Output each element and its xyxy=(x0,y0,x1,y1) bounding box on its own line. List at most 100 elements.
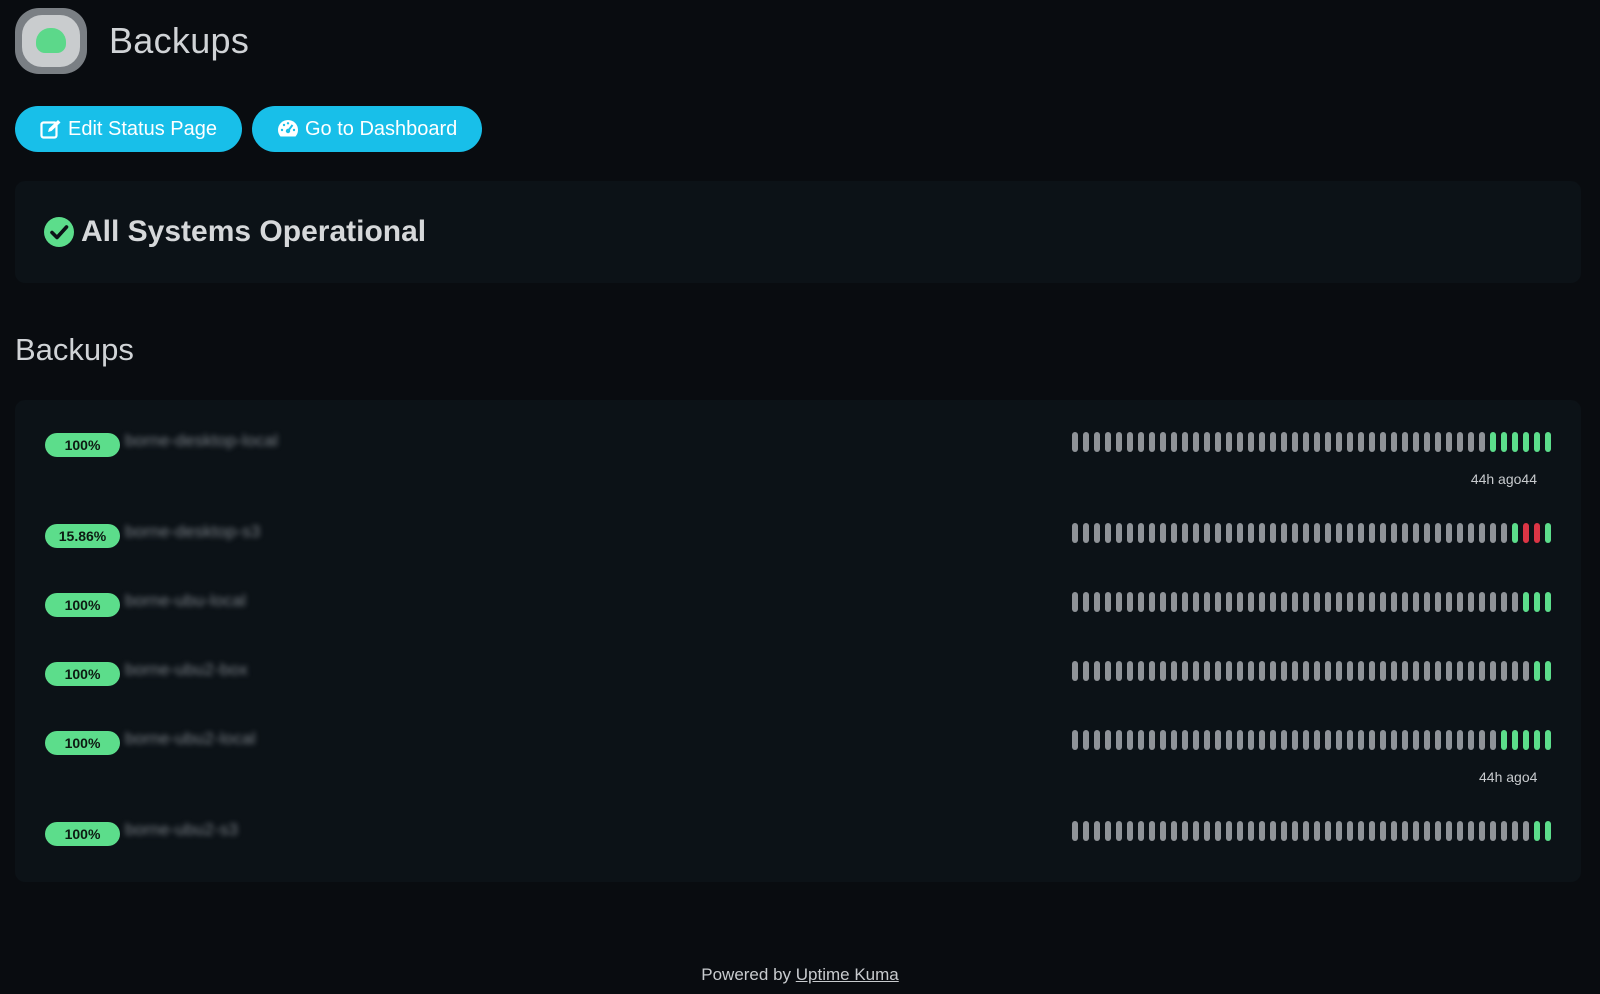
heartbeat-up[interactable] xyxy=(1534,592,1540,612)
heartbeat-empty[interactable] xyxy=(1083,592,1089,612)
heartbeat-empty[interactable] xyxy=(1490,592,1496,612)
heartbeat-empty[interactable] xyxy=(1369,523,1375,543)
heartbeat-empty[interactable] xyxy=(1468,523,1474,543)
heartbeat-empty[interactable] xyxy=(1160,592,1166,612)
heartbeat-empty[interactable] xyxy=(1424,523,1430,543)
heartbeat-empty[interactable] xyxy=(1116,432,1122,452)
heartbeat-empty[interactable] xyxy=(1083,523,1089,543)
monitor-name[interactable]: borne-ubu2-s3 xyxy=(125,820,238,840)
heartbeat-empty[interactable] xyxy=(1270,432,1276,452)
heartbeat-up[interactable] xyxy=(1534,821,1540,841)
heartbeat-empty[interactable] xyxy=(1325,730,1331,750)
heartbeat-empty[interactable] xyxy=(1391,730,1397,750)
heartbeat-empty[interactable] xyxy=(1402,730,1408,750)
heartbeat-empty[interactable] xyxy=(1094,432,1100,452)
heartbeat-empty[interactable] xyxy=(1457,432,1463,452)
heartbeat-empty[interactable] xyxy=(1380,821,1386,841)
heartbeat-empty[interactable] xyxy=(1281,592,1287,612)
heartbeat-empty[interactable] xyxy=(1292,592,1298,612)
heartbeat-empty[interactable] xyxy=(1501,592,1507,612)
heartbeat-empty[interactable] xyxy=(1226,661,1232,681)
heartbeat-empty[interactable] xyxy=(1105,730,1111,750)
heartbeat-empty[interactable] xyxy=(1424,661,1430,681)
heartbeat-empty[interactable] xyxy=(1127,523,1133,543)
heartbeat-empty[interactable] xyxy=(1072,730,1078,750)
heartbeat-up[interactable] xyxy=(1534,730,1540,750)
heartbeat-empty[interactable] xyxy=(1160,661,1166,681)
edit-status-page-button[interactable]: Edit Status Page xyxy=(15,106,242,152)
heartbeat-empty[interactable] xyxy=(1468,592,1474,612)
heartbeat-empty[interactable] xyxy=(1490,730,1496,750)
heartbeat-empty[interactable] xyxy=(1138,523,1144,543)
heartbeat-empty[interactable] xyxy=(1303,523,1309,543)
heartbeat-empty[interactable] xyxy=(1380,432,1386,452)
heartbeat-empty[interactable] xyxy=(1479,523,1485,543)
heartbeat-empty[interactable] xyxy=(1336,523,1342,543)
heartbeat-empty[interactable] xyxy=(1358,821,1364,841)
heartbeat-empty[interactable] xyxy=(1171,432,1177,452)
heartbeat-empty[interactable] xyxy=(1138,592,1144,612)
monitor-name[interactable]: borne-desktop-s3 xyxy=(125,522,261,542)
heartbeat-empty[interactable] xyxy=(1391,523,1397,543)
heartbeat-empty[interactable] xyxy=(1292,432,1298,452)
heartbeat-empty[interactable] xyxy=(1193,661,1199,681)
heartbeat-empty[interactable] xyxy=(1303,821,1309,841)
heartbeat-empty[interactable] xyxy=(1127,821,1133,841)
heartbeat-empty[interactable] xyxy=(1072,821,1078,841)
heartbeat-empty[interactable] xyxy=(1072,432,1078,452)
heartbeat-empty[interactable] xyxy=(1105,661,1111,681)
heartbeat-empty[interactable] xyxy=(1193,432,1199,452)
heartbeat-empty[interactable] xyxy=(1501,661,1507,681)
monitor-name[interactable]: borne-ubu-local xyxy=(125,591,246,611)
heartbeat-empty[interactable] xyxy=(1127,730,1133,750)
heartbeat-empty[interactable] xyxy=(1501,523,1507,543)
heartbeat-empty[interactable] xyxy=(1116,661,1122,681)
heartbeat-empty[interactable] xyxy=(1369,821,1375,841)
heartbeat-empty[interactable] xyxy=(1413,432,1419,452)
heartbeat-empty[interactable] xyxy=(1402,432,1408,452)
heartbeat-empty[interactable] xyxy=(1105,821,1111,841)
heartbeat-empty[interactable] xyxy=(1303,661,1309,681)
heartbeat-up[interactable] xyxy=(1490,432,1496,452)
heartbeat-empty[interactable] xyxy=(1237,523,1243,543)
heartbeat-up[interactable] xyxy=(1545,523,1551,543)
heartbeat-empty[interactable] xyxy=(1413,661,1419,681)
heartbeat-empty[interactable] xyxy=(1248,730,1254,750)
heartbeat-empty[interactable] xyxy=(1336,661,1342,681)
heartbeat-empty[interactable] xyxy=(1446,523,1452,543)
heartbeat-empty[interactable] xyxy=(1457,661,1463,681)
heartbeat-up[interactable] xyxy=(1512,730,1518,750)
heartbeat-empty[interactable] xyxy=(1402,661,1408,681)
heartbeat-up[interactable] xyxy=(1523,432,1529,452)
heartbeat-empty[interactable] xyxy=(1479,730,1485,750)
heartbeat-empty[interactable] xyxy=(1127,432,1133,452)
heartbeat-empty[interactable] xyxy=(1468,821,1474,841)
heartbeat-empty[interactable] xyxy=(1248,523,1254,543)
heartbeat-empty[interactable] xyxy=(1380,661,1386,681)
heartbeat-empty[interactable] xyxy=(1402,523,1408,543)
heartbeat-empty[interactable] xyxy=(1237,730,1243,750)
heartbeat-empty[interactable] xyxy=(1457,730,1463,750)
heartbeat-empty[interactable] xyxy=(1490,523,1496,543)
heartbeat-empty[interactable] xyxy=(1391,432,1397,452)
heartbeat-empty[interactable] xyxy=(1248,432,1254,452)
heartbeat-empty[interactable] xyxy=(1314,592,1320,612)
heartbeat-empty[interactable] xyxy=(1149,592,1155,612)
heartbeat-empty[interactable] xyxy=(1468,661,1474,681)
heartbeat-empty[interactable] xyxy=(1215,661,1221,681)
heartbeat-empty[interactable] xyxy=(1369,432,1375,452)
heartbeat-empty[interactable] xyxy=(1413,730,1419,750)
heartbeat-empty[interactable] xyxy=(1435,821,1441,841)
heartbeat-empty[interactable] xyxy=(1149,523,1155,543)
heartbeat-empty[interactable] xyxy=(1490,661,1496,681)
heartbeat-empty[interactable] xyxy=(1457,523,1463,543)
heartbeat-up[interactable] xyxy=(1534,432,1540,452)
heartbeat-empty[interactable] xyxy=(1072,661,1078,681)
heartbeat-empty[interactable] xyxy=(1435,661,1441,681)
heartbeat-empty[interactable] xyxy=(1512,821,1518,841)
heartbeat-empty[interactable] xyxy=(1182,523,1188,543)
heartbeat-empty[interactable] xyxy=(1248,592,1254,612)
heartbeat-empty[interactable] xyxy=(1204,523,1210,543)
heartbeat-empty[interactable] xyxy=(1435,730,1441,750)
heartbeat-empty[interactable] xyxy=(1402,592,1408,612)
